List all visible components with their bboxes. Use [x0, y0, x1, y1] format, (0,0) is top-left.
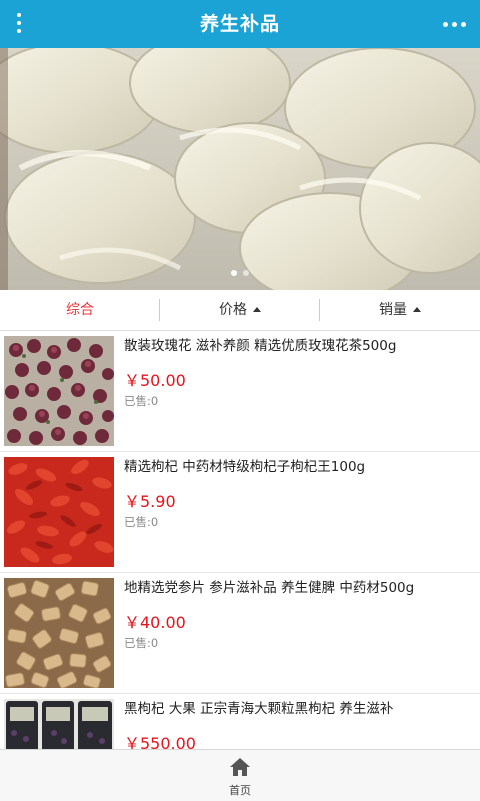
top-bar: 养生补品 [0, 0, 480, 48]
product-price: ￥5.90 [124, 492, 176, 511]
product-name[interactable]: 地精选党参片 参片滋补品 养生健脾 中药材500g [124, 579, 474, 597]
sort-tab-price[interactable]: 价格 [160, 290, 320, 330]
product-price: ￥50.00 [124, 371, 186, 390]
horizontal-dots-icon[interactable] [440, 10, 470, 38]
tab-home-label: 首页 [229, 784, 251, 797]
sort-tab-label: 综合 [66, 302, 94, 318]
product-item-goji-berry[interactable]: 精选枸杞 中药材特级枸杞子枸杞王100g ￥5.90 已售:0 [0, 452, 480, 573]
carousel-dots [0, 261, 480, 280]
sort-tab-label: 价格 [219, 302, 247, 318]
banner-image [0, 48, 480, 290]
product-image-goji-berry[interactable] [4, 457, 114, 567]
home-icon [230, 758, 250, 776]
product-sold-count: 已售:0 [124, 636, 159, 650]
sort-tab-label: 销量 [379, 302, 407, 318]
product-price: ￥550.00 [124, 734, 196, 749]
product-item-codonopsis[interactable]: 地精选党参片 参片滋补品 养生健脾 中药材500g ￥40.00 已售:0 [0, 573, 480, 694]
product-item-rose-tea[interactable]: 散装玫瑰花 滋补养颜 精选优质玫瑰花茶500g ￥50.00 已售:0 [0, 331, 480, 452]
sort-tab-sales[interactable]: 销量 [320, 290, 480, 330]
sort-arrow-up-icon [413, 307, 421, 312]
banner-carousel[interactable] [0, 48, 480, 290]
sort-tab-comprehensive[interactable]: 综合 [0, 290, 160, 330]
sort-bar: 综合 价格 销量 [0, 290, 480, 331]
product-image-rose-tea[interactable] [4, 336, 114, 446]
product-name[interactable]: 黑枸杞 大果 正宗青海大颗粒黑枸杞 养生滋补 [124, 700, 474, 718]
product-item-black-goji[interactable]: 黑枸杞 大果 正宗青海大颗粒黑枸杞 养生滋补 ￥550.00 [0, 694, 480, 749]
bottom-tab-bar: 首页 [0, 749, 480, 801]
product-name[interactable]: 散装玫瑰花 滋补养颜 精选优质玫瑰花茶500g [124, 337, 474, 355]
product-sold-count: 已售:0 [124, 394, 159, 408]
product-price: ￥40.00 [124, 613, 186, 632]
product-image-codonopsis-slices[interactable] [4, 578, 114, 688]
carousel-dot-1[interactable] [231, 270, 237, 276]
tab-home[interactable]: 首页 [200, 750, 280, 801]
sort-arrow-up-icon [253, 307, 261, 312]
page-title: 养生补品 [199, 13, 280, 35]
carousel-dot-2[interactable] [243, 270, 249, 276]
product-list: 散装玫瑰花 滋补养颜 精选优质玫瑰花茶500g ￥50.00 已售:0 精选枸杞… [0, 331, 480, 749]
product-name[interactable]: 精选枸杞 中药材特级枸杞子枸杞王100g [124, 458, 474, 476]
product-sold-count: 已售:0 [124, 515, 159, 529]
product-image-black-goji-jars[interactable] [4, 699, 114, 749]
